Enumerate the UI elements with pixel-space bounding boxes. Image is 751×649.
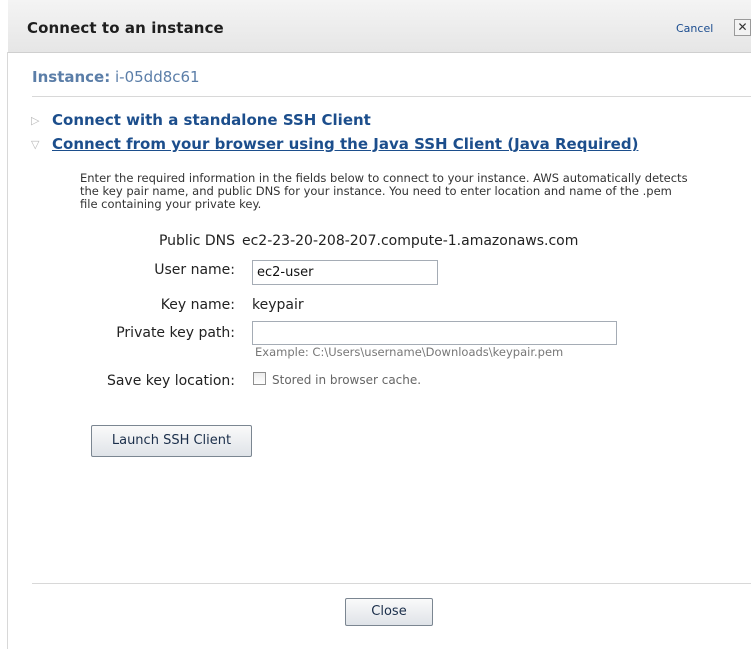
private-key-example: Example: C:\Users\username\Downloads\key… (255, 345, 564, 359)
dialog-header: Connect to an instance (8, 0, 751, 53)
private-key-input[interactable] (252, 321, 617, 345)
save-key-checkbox-label: Stored in browser cache. (272, 373, 422, 387)
instance-id: i-05dd8c61 (115, 68, 200, 86)
private-key-label: Private key path: (116, 325, 235, 341)
launch-ssh-client-button[interactable]: Launch SSH Client (91, 425, 252, 457)
dialog-left-border (7, 52, 8, 649)
connect-dialog: Connect to an instance Cancel ✕ Instance… (0, 0, 751, 649)
user-name-input[interactable] (252, 260, 438, 285)
section-standalone-ssh[interactable]: ▷ Connect with a standalone SSH Client (31, 111, 371, 129)
close-icon[interactable]: ✕ (734, 19, 751, 36)
instance-heading: Instance: i-05dd8c61 (32, 68, 200, 86)
triangle-down-icon: ▽ (31, 138, 40, 151)
public-dns-label: Public DNS (158, 233, 235, 249)
key-name-value: keypair (252, 297, 304, 313)
public-dns-value: ec2-23-20-208-207.compute-1.amazonaws.co… (242, 233, 579, 249)
divider (32, 96, 751, 97)
save-key-checkbox[interactable] (253, 372, 266, 385)
cancel-link[interactable]: Cancel (676, 22, 713, 35)
section-browser-ssh[interactable]: ▽ Connect from your browser using the Jav… (31, 135, 638, 153)
instance-label: Instance: (32, 68, 111, 86)
section-standalone-label: Connect with a standalone SSH Client (52, 111, 371, 129)
footer-divider (32, 583, 751, 584)
section-browser-label: Connect from your browser using the Java… (52, 135, 639, 153)
user-name-label: User name: (154, 262, 235, 278)
key-name-label: Key name: (160, 297, 235, 313)
intro-text: Enter the required information in the fi… (80, 171, 688, 211)
close-button[interactable]: Close (345, 598, 433, 626)
triangle-right-icon: ▷ (31, 114, 40, 127)
save-key-label: Save key location: (106, 373, 235, 389)
dialog-title: Connect to an instance (27, 19, 224, 37)
